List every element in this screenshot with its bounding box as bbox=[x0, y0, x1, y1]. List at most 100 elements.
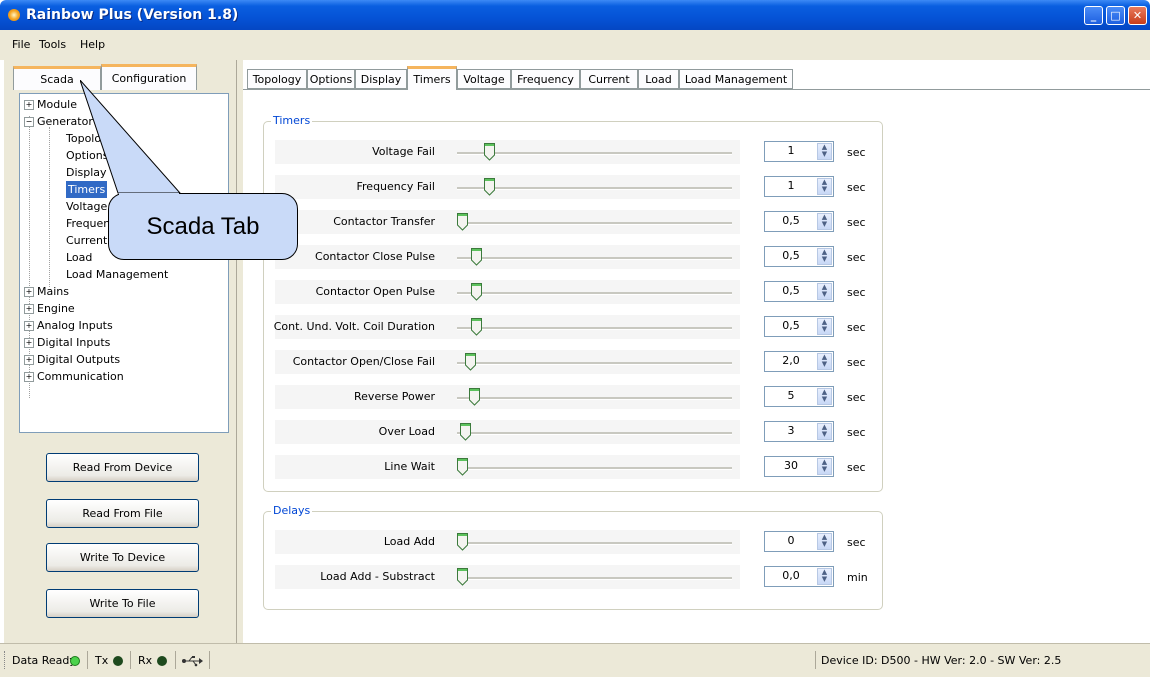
timer-value-spinner[interactable]: 30 ▲ ▼ bbox=[764, 456, 834, 477]
delay-slider-track[interactable] bbox=[457, 542, 732, 545]
menu-help[interactable]: Help bbox=[80, 38, 105, 51]
spinner-arrows-icon[interactable]: ▲ ▼ bbox=[817, 143, 832, 160]
expand-icon[interactable]: + bbox=[24, 338, 34, 348]
expand-icon[interactable]: + bbox=[24, 304, 34, 314]
timer-slider-thumb[interactable] bbox=[465, 353, 476, 371]
spinner-arrows-icon[interactable]: ▲ ▼ bbox=[817, 533, 832, 550]
spinner-arrows-icon[interactable]: ▲ ▼ bbox=[817, 388, 832, 405]
spinner-arrows-icon[interactable]: ▲ ▼ bbox=[817, 353, 832, 370]
timer-value-spinner[interactable]: 0,5 ▲ ▼ bbox=[764, 246, 834, 267]
timer-value[interactable]: 1 bbox=[765, 144, 817, 157]
timer-label: Voltage Fail bbox=[372, 145, 435, 158]
tab-load[interactable]: Load bbox=[638, 69, 679, 89]
spinner-arrows-icon[interactable]: ▲ ▼ bbox=[817, 178, 832, 195]
timer-slider-track[interactable] bbox=[457, 152, 732, 155]
timer-value-spinner[interactable]: 0,5 ▲ ▼ bbox=[764, 316, 834, 337]
expand-icon[interactable]: + bbox=[24, 100, 34, 110]
expand-icon[interactable]: + bbox=[24, 372, 34, 382]
spinner-arrows-icon[interactable]: ▲ ▼ bbox=[817, 318, 832, 335]
minimize-button[interactable]: _ bbox=[1084, 6, 1103, 25]
spinner-arrows-icon[interactable]: ▲ ▼ bbox=[817, 423, 832, 440]
tree-item-load-management[interactable]: Load Management bbox=[66, 266, 168, 283]
timer-value[interactable]: 0,5 bbox=[765, 249, 817, 262]
timer-value-spinner[interactable]: 0,5 ▲ ▼ bbox=[764, 281, 834, 302]
panel-splitter[interactable] bbox=[236, 60, 243, 643]
menu-bar bbox=[0, 30, 1150, 60]
tab-frequency[interactable]: Frequency bbox=[511, 69, 580, 89]
tab-current[interactable]: Current bbox=[580, 69, 638, 89]
delay-slider-thumb[interactable] bbox=[457, 568, 468, 586]
write-to-device-button[interactable]: Write To Device bbox=[46, 543, 199, 572]
timer-value[interactable]: 1 bbox=[765, 179, 817, 192]
timer-value-spinner[interactable]: 1 ▲ ▼ bbox=[764, 176, 834, 197]
timer-value-spinner[interactable]: 1 ▲ ▼ bbox=[764, 141, 834, 162]
timer-value[interactable]: 5 bbox=[765, 389, 817, 402]
timer-value-spinner[interactable]: 0,5 ▲ ▼ bbox=[764, 211, 834, 232]
spinner-arrows-icon[interactable]: ▲ ▼ bbox=[817, 283, 832, 300]
timer-label: Over Load bbox=[378, 425, 435, 438]
delay-value[interactable]: 0 bbox=[765, 534, 817, 547]
timer-slider-track[interactable] bbox=[457, 397, 732, 400]
tab-topology[interactable]: Topology bbox=[247, 69, 307, 89]
status-divider bbox=[209, 651, 210, 669]
timer-slider-track[interactable] bbox=[457, 432, 732, 435]
timer-slider-thumb[interactable] bbox=[471, 283, 482, 301]
delay-value-spinner[interactable]: 0 ▲ ▼ bbox=[764, 531, 834, 552]
timer-value-spinner[interactable]: 2,0 ▲ ▼ bbox=[764, 351, 834, 372]
maximize-button[interactable]: □ bbox=[1106, 6, 1125, 25]
delay-value[interactable]: 0,0 bbox=[765, 569, 817, 582]
tab-voltage[interactable]: Voltage bbox=[457, 69, 511, 89]
timer-slider-track[interactable] bbox=[457, 292, 732, 295]
spinner-arrows-icon[interactable]: ▲ ▼ bbox=[817, 213, 832, 230]
timer-value[interactable]: 0,5 bbox=[765, 319, 817, 332]
timer-value-spinner[interactable]: 5 ▲ ▼ bbox=[764, 386, 834, 407]
menu-tools[interactable]: Tools bbox=[39, 38, 66, 51]
tx-led-icon bbox=[113, 656, 123, 666]
timer-slider-track[interactable] bbox=[457, 362, 732, 365]
timer-slider-track[interactable] bbox=[457, 222, 732, 225]
timer-slider-thumb[interactable] bbox=[469, 388, 480, 406]
read-from-file-button[interactable]: Read From File bbox=[46, 499, 199, 528]
spinner-arrows-icon[interactable]: ▲ ▼ bbox=[817, 248, 832, 265]
tree-item-current[interactable]: Current bbox=[66, 232, 107, 249]
read-from-device-button[interactable]: Read From Device bbox=[46, 453, 199, 482]
delay-value-spinner[interactable]: 0,0 ▲ ▼ bbox=[764, 566, 834, 587]
timer-value[interactable]: 0,5 bbox=[765, 214, 817, 227]
timer-value[interactable]: 2,0 bbox=[765, 354, 817, 367]
timer-slider-thumb[interactable] bbox=[457, 213, 468, 231]
timer-slider-track[interactable] bbox=[457, 327, 732, 330]
timer-slider-thumb[interactable] bbox=[471, 318, 482, 336]
tab-load-management[interactable]: Load Management bbox=[679, 69, 793, 89]
menu-file[interactable]: File bbox=[12, 38, 30, 51]
write-to-file-button[interactable]: Write To File bbox=[46, 589, 199, 618]
delay-slider-thumb[interactable] bbox=[457, 533, 468, 551]
timer-slider-track[interactable] bbox=[457, 257, 732, 260]
status-divider bbox=[815, 651, 816, 669]
expand-icon[interactable]: + bbox=[24, 287, 34, 297]
expand-icon[interactable]: + bbox=[24, 321, 34, 331]
timer-slider-track[interactable] bbox=[457, 187, 732, 190]
tab-options[interactable]: Options bbox=[307, 69, 355, 89]
collapse-icon[interactable]: − bbox=[24, 117, 34, 127]
tab-timers[interactable]: Timers bbox=[407, 66, 457, 90]
timer-value[interactable]: 30 bbox=[765, 459, 817, 472]
spinner-arrows-icon[interactable]: ▲ ▼ bbox=[817, 458, 832, 475]
delay-slider-track[interactable] bbox=[457, 577, 732, 580]
timer-slider-thumb[interactable] bbox=[460, 423, 471, 441]
spinner-arrows-icon[interactable]: ▲ ▼ bbox=[817, 568, 832, 585]
timer-slider-thumb[interactable] bbox=[484, 178, 495, 196]
timer-value[interactable]: 3 bbox=[765, 424, 817, 437]
tree-item-load[interactable]: Load bbox=[66, 249, 92, 266]
timer-slider-track[interactable] bbox=[457, 467, 732, 470]
timer-value-spinner[interactable]: 3 ▲ ▼ bbox=[764, 421, 834, 442]
close-button[interactable]: ✕ bbox=[1128, 6, 1147, 25]
expand-icon[interactable]: + bbox=[24, 355, 34, 365]
status-rx: Rx bbox=[138, 654, 153, 667]
timer-slider-thumb[interactable] bbox=[457, 458, 468, 476]
timer-slider-thumb[interactable] bbox=[471, 248, 482, 266]
timer-value[interactable]: 0,5 bbox=[765, 284, 817, 297]
timer-unit: sec bbox=[847, 321, 866, 334]
timer-slider-thumb[interactable] bbox=[484, 143, 495, 161]
timer-label: Contactor Open/Close Fail bbox=[292, 355, 435, 368]
tab-display[interactable]: Display bbox=[355, 69, 407, 89]
